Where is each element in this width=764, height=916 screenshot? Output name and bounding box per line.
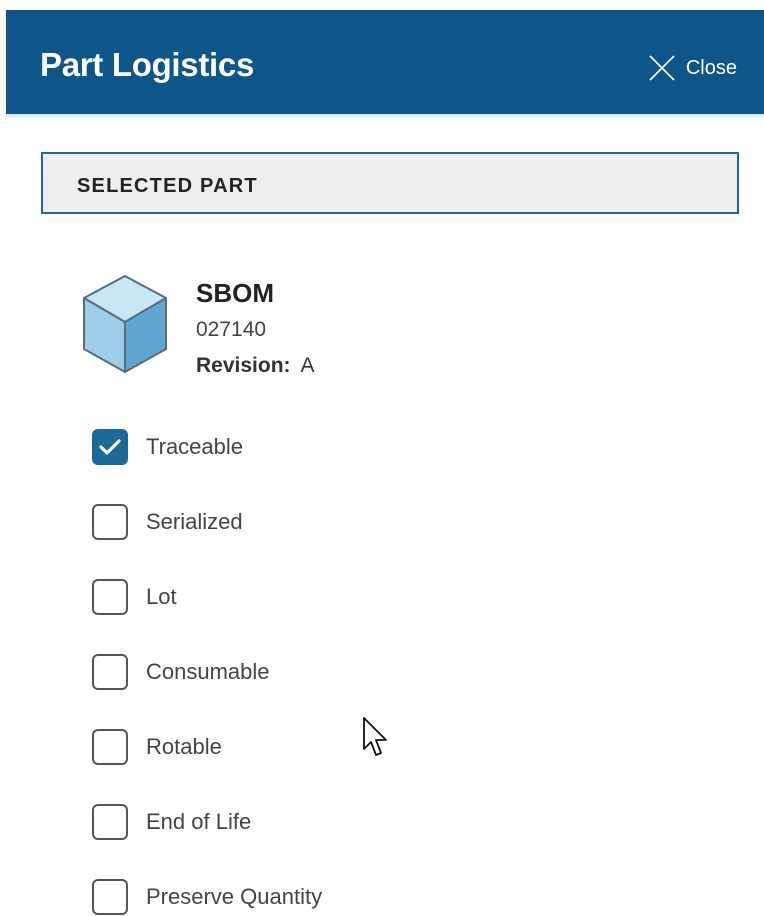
option-label: End of Life — [146, 809, 252, 834]
part-revision: Revision: A — [196, 354, 315, 378]
preserve-quantity-checkbox[interactable] — [92, 879, 128, 915]
checkmark-icon — [99, 439, 121, 455]
lot-checkbox[interactable] — [92, 579, 128, 615]
revision-value: A — [300, 354, 315, 377]
serialized-checkbox[interactable] — [92, 504, 128, 540]
consumable-checkbox[interactable] — [92, 654, 128, 690]
option-consumable[interactable]: Consumable — [92, 653, 270, 691]
panel-title: Part Logistics — [40, 46, 255, 83]
option-label: Lot — [146, 584, 177, 609]
option-serialized[interactable]: Serialized — [92, 503, 243, 541]
part-name: SBOM — [196, 278, 274, 308]
section-label: SELECTED PART — [77, 175, 258, 197]
close-icon — [649, 55, 675, 81]
revision-label: Revision: — [196, 354, 291, 377]
cube-icon — [78, 270, 172, 383]
mouse-pointer-icon — [362, 716, 392, 765]
option-rotable[interactable]: Rotable — [92, 728, 222, 766]
part-number: 027140 — [196, 318, 267, 341]
option-traceable[interactable]: Traceable — [92, 428, 243, 466]
option-label: Consumable — [146, 659, 270, 684]
rotable-checkbox[interactable] — [92, 729, 128, 765]
option-label: Traceable — [146, 434, 244, 459]
option-preserve-quantity[interactable]: Preserve Quantity — [92, 878, 322, 916]
traceable-checkbox[interactable] — [92, 429, 128, 465]
option-label: Rotable — [146, 734, 222, 759]
close-button[interactable]: Close — [648, 54, 737, 82]
option-end-of-life[interactable]: End of Life — [92, 803, 251, 841]
panel-header: Part Logistics Close — [6, 10, 764, 114]
option-lot[interactable]: Lot — [92, 578, 177, 616]
part-logistics-panel: Part Logistics Close SELECTED PART SBOM … — [0, 0, 764, 916]
end-of-life-checkbox[interactable] — [92, 804, 128, 840]
header-divider — [6, 114, 764, 120]
close-label: Close — [685, 56, 737, 79]
option-label: Serialized — [146, 509, 243, 534]
selected-part-section-header: SELECTED PART — [41, 152, 739, 214]
option-label: Preserve Quantity — [146, 884, 323, 909]
